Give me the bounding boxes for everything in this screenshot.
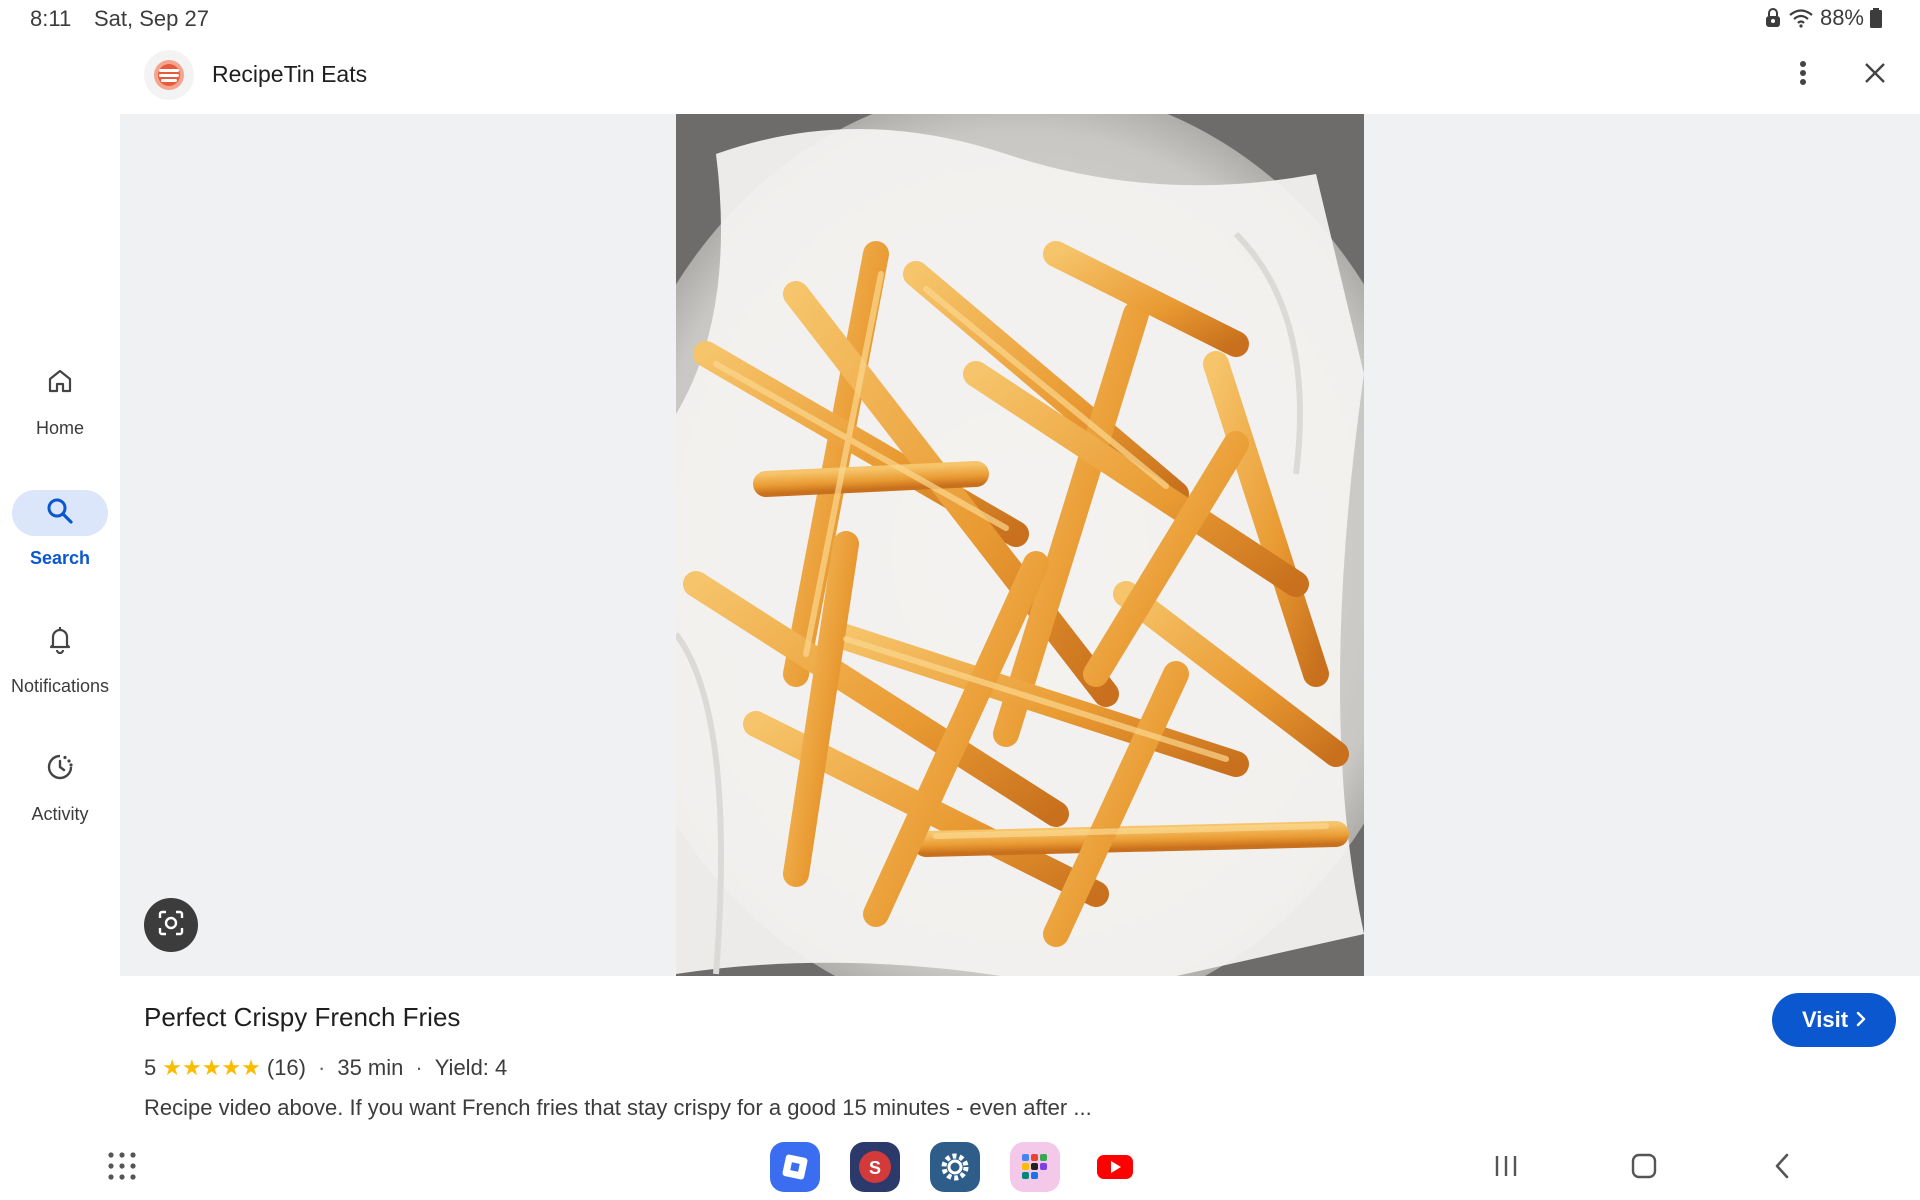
apps-grid-icon[interactable] bbox=[106, 1150, 138, 1182]
nav-pill-active bbox=[12, 490, 108, 536]
nav-item-activity[interactable]: Activity bbox=[0, 746, 120, 846]
wifi-icon bbox=[1788, 8, 1814, 28]
recents-icon bbox=[1493, 1154, 1519, 1183]
roblox-app-icon[interactable] bbox=[770, 1142, 820, 1192]
nav-pill bbox=[12, 746, 108, 792]
recipe-yield: Yield: 4 bbox=[434, 1055, 508, 1080]
recipetin-logo-icon bbox=[144, 50, 194, 100]
close-icon bbox=[1864, 62, 1886, 89]
nav-label-activity: Activity bbox=[31, 804, 89, 824]
battery-icon bbox=[1870, 8, 1882, 28]
home-nav-icon bbox=[1631, 1153, 1657, 1184]
recipe-meta: 5 ★★★★★ (16) · 35 min · Yield: 4 bbox=[144, 1055, 507, 1081]
visit-button[interactable]: Visit bbox=[1772, 993, 1896, 1047]
lock-icon bbox=[1764, 8, 1782, 28]
app-folder-icon[interactable] bbox=[1010, 1142, 1060, 1192]
google-lens-button[interactable] bbox=[144, 898, 198, 952]
recipe-title[interactable]: Perfect Crispy French Fries bbox=[144, 1002, 460, 1033]
app-dock: S bbox=[770, 1142, 1140, 1192]
recents-button[interactable] bbox=[1486, 1148, 1526, 1188]
separator-dot: · bbox=[415, 1055, 423, 1080]
nav-label-notifications: Notifications bbox=[10, 676, 110, 696]
more-vert-icon bbox=[1799, 60, 1807, 91]
status-icons: 88% bbox=[1764, 5, 1882, 31]
search-icon bbox=[46, 497, 74, 530]
app-store-icon[interactable]: S bbox=[850, 1142, 900, 1192]
bell-icon bbox=[46, 624, 74, 659]
recipe-photo[interactable] bbox=[676, 114, 1364, 976]
settings-app-icon[interactable] bbox=[930, 1142, 980, 1192]
home-icon bbox=[46, 367, 74, 400]
site-name[interactable]: RecipeTin Eats bbox=[212, 61, 367, 88]
chevron-right-icon bbox=[1856, 1007, 1866, 1033]
status-time: 8:11 bbox=[30, 6, 72, 31]
rating-value: 5 bbox=[144, 1055, 157, 1080]
back-icon bbox=[1774, 1153, 1790, 1184]
nav-item-home[interactable]: Home bbox=[0, 360, 120, 460]
nav-label-home: Home bbox=[35, 418, 84, 438]
nav-pill bbox=[12, 618, 108, 664]
lens-icon bbox=[156, 908, 186, 943]
history-icon bbox=[45, 752, 75, 787]
battery-percent: 88% bbox=[1819, 5, 1864, 30]
recipe-description: Recipe video above. If you want French f… bbox=[144, 1095, 1092, 1120]
home-nav-button[interactable] bbox=[1624, 1148, 1664, 1188]
back-button[interactable] bbox=[1762, 1148, 1802, 1188]
status-bar: 8:11 Sat, Sep 27 88% bbox=[0, 0, 1920, 36]
rating-stars: ★★★★★ bbox=[162, 1055, 261, 1080]
nav-item-search[interactable]: Search bbox=[0, 490, 120, 590]
nav-label-search: Search bbox=[29, 548, 91, 568]
top-bar: RecipeTin Eats bbox=[120, 48, 1920, 104]
youtube-app-icon[interactable] bbox=[1090, 1142, 1140, 1192]
system-nav-bar: S bbox=[0, 1136, 1920, 1200]
visit-label: Visit bbox=[1801, 1007, 1849, 1032]
more-options-button[interactable] bbox=[1780, 52, 1826, 98]
status-date: Sat, Sep 27 bbox=[94, 6, 209, 31]
nav-pill bbox=[12, 360, 108, 406]
svg-text:S: S bbox=[869, 1158, 881, 1178]
review-count: (16) bbox=[266, 1055, 306, 1080]
cook-time: 35 min bbox=[337, 1055, 404, 1080]
separator-dot: · bbox=[318, 1055, 326, 1080]
nav-item-notifications[interactable]: Notifications bbox=[0, 618, 120, 718]
close-button[interactable] bbox=[1852, 52, 1898, 98]
image-viewer bbox=[120, 114, 1920, 976]
